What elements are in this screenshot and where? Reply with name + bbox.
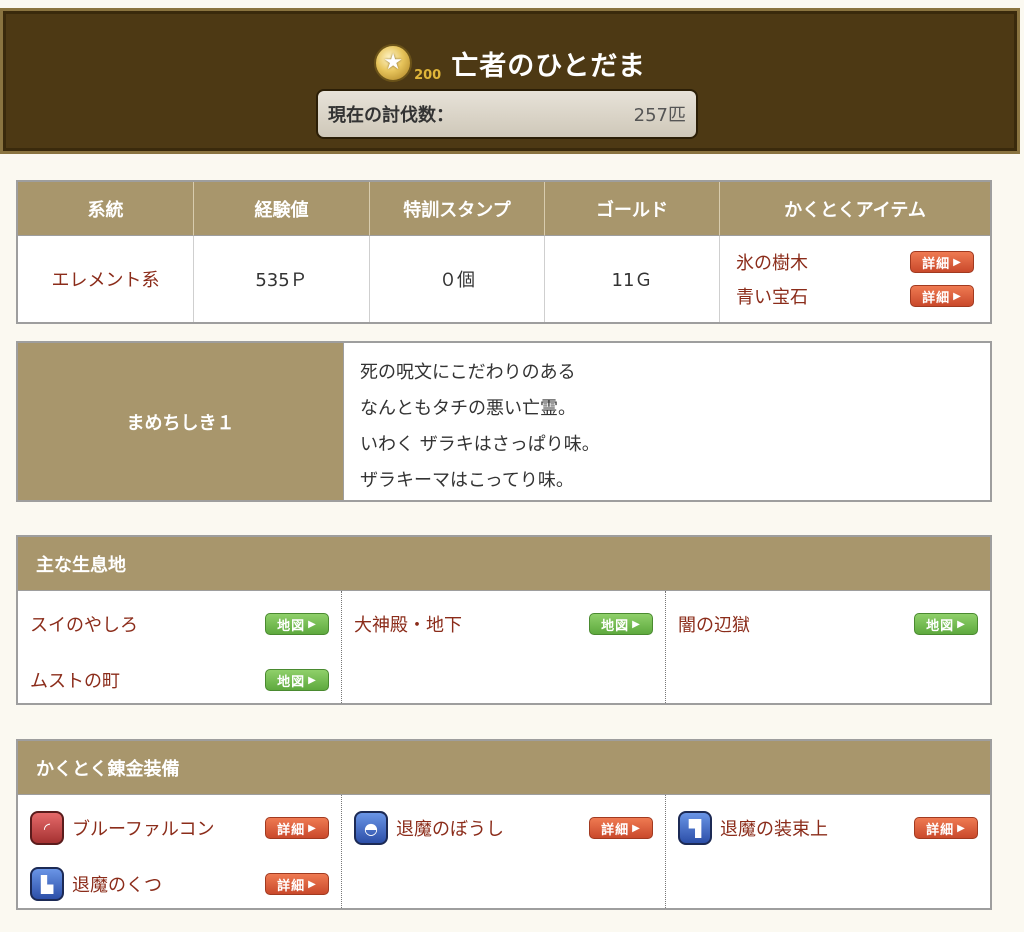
arrow-right-icon: ▶ <box>308 618 317 630</box>
equipment-entry: ◜ ブルーファルコン 詳細 ▶ <box>30 803 329 853</box>
habitat-place[interactable]: スイのやしろ <box>30 611 138 637</box>
habitat-place[interactable]: 大神殿・地下 <box>354 611 462 637</box>
map-button[interactable]: 地図 ▶ <box>589 613 653 635</box>
arrow-right-icon: ▶ <box>953 290 962 302</box>
kill-count-label: 現在の討伐数： <box>328 105 454 126</box>
exp-value: 535Ｐ <box>194 236 370 322</box>
trivia-table: まめちしき１ 死の呪文にこだわりのある なんともタチの悪い亡霊。 いわく ザラキ… <box>16 341 992 502</box>
stats-header-row: 系統 経験値 特訓スタンプ ゴールド かくとくアイテム <box>18 182 990 236</box>
habitat-entry: 闇の辺獄 地図 ▶ <box>678 599 978 649</box>
trivia-line: 死の呪文にこだわりのある <box>360 362 576 383</box>
monster-name: 亡者のひとだま <box>451 50 646 82</box>
habitat-title: 主な生息地 <box>18 537 990 591</box>
detail-button[interactable]: 詳細 ▶ <box>910 251 974 273</box>
arrow-right-icon: ▶ <box>632 618 641 630</box>
habitat-entry: 大神殿・地下 地図 ▶ <box>354 599 653 649</box>
equipment-grid: ◜ ブルーファルコン 詳細 ▶ ▙ 退魔のくつ 詳細 ▶ ◓ 退魔のぼうし 詳細 ▶ <box>18 795 990 908</box>
title-row: ★ 200 亡者のひとだま <box>3 41 1017 85</box>
trivia-line: ザラキーマはこってり味。 <box>360 470 574 491</box>
habitat-place[interactable]: ムストの町 <box>30 667 120 693</box>
habitat-column: 闇の辺獄 地図 ▶ <box>666 591 990 703</box>
drop-item-name[interactable]: 青い宝石 <box>736 283 808 309</box>
detail-button[interactable]: 詳細 ▶ <box>910 285 974 307</box>
habitat-place[interactable]: 闇の辺獄 <box>678 611 750 637</box>
drop-items: 氷の樹木 詳細 ▶ 青い宝石 詳細 ▶ <box>720 236 990 322</box>
map-button[interactable]: 地図 ▶ <box>265 669 329 691</box>
equipment-entry: ◓ 退魔のぼうし 詳細 ▶ <box>354 803 653 853</box>
gold-value: 11Ｇ <box>545 236 720 322</box>
equipment-table: かくとく錬金装備 ◜ ブルーファルコン 詳細 ▶ ▙ 退魔のくつ 詳細 ▶ ◓ … <box>16 739 992 910</box>
trivia-line: いわく ザラキはさっぱり味。 <box>360 434 600 455</box>
detail-button[interactable]: 詳細 ▶ <box>914 817 978 839</box>
equipment-name[interactable]: 退魔の装束上 <box>720 815 828 841</box>
stamp-value: ０個 <box>370 236 545 322</box>
armor-icon: ▜ <box>678 811 712 845</box>
trivia-text: 死の呪文にこだわりのある なんともタチの悪い亡霊。 いわく ザラキはさっぱり味。… <box>344 343 616 500</box>
map-button[interactable]: 地図 ▶ <box>265 613 329 635</box>
stats-table: 系統 経験値 特訓スタンプ ゴールド かくとくアイテム エレメント系 535Ｐ … <box>16 180 992 324</box>
header-type: 系統 <box>18 182 194 236</box>
arrow-right-icon: ▶ <box>308 878 317 890</box>
stats-data-row: エレメント系 535Ｐ ０個 11Ｇ 氷の樹木 詳細 ▶ 青い宝石 詳細 ▶ <box>18 236 990 322</box>
header-gold: ゴールド <box>545 182 720 236</box>
helmet-icon: ◓ <box>354 811 388 845</box>
header-exp: 経験値 <box>194 182 370 236</box>
arrow-right-icon: ▶ <box>957 822 966 834</box>
boots-icon: ▙ <box>30 867 64 901</box>
monster-type: エレメント系 <box>18 236 194 322</box>
equipment-entry: ▙ 退魔のくつ 詳細 ▶ <box>30 859 329 909</box>
header-items: かくとくアイテム <box>720 182 990 236</box>
equipment-name[interactable]: 退魔のくつ <box>72 871 162 897</box>
equipment-title: かくとく錬金装備 <box>18 741 990 795</box>
medal-number: 200 <box>414 68 442 83</box>
drop-item-name[interactable]: 氷の樹木 <box>736 249 808 275</box>
arrow-right-icon: ▶ <box>308 674 317 686</box>
equipment-column: ▜ 退魔の装束上 詳細 ▶ <box>666 795 990 908</box>
detail-button[interactable]: 詳細 ▶ <box>265 873 329 895</box>
habitat-entry: ムストの町 地図 ▶ <box>30 655 329 705</box>
monster-header: ★ 200 亡者のひとだま 現在の討伐数： 257匹 <box>0 8 1020 154</box>
drop-item: 氷の樹木 詳細 ▶ <box>736 245 974 279</box>
header-stamp: 特訓スタンプ <box>370 182 545 236</box>
boomerang-icon: ◜ <box>30 811 64 845</box>
equipment-column: ◓ 退魔のぼうし 詳細 ▶ <box>342 795 666 908</box>
star-medal-icon: ★ <box>374 44 413 82</box>
habitat-entry: スイのやしろ 地図 ▶ <box>30 599 329 649</box>
equipment-name[interactable]: 退魔のぼうし <box>396 815 504 841</box>
detail-button[interactable]: 詳細 ▶ <box>589 817 653 839</box>
arrow-right-icon: ▶ <box>953 256 962 268</box>
equipment-name[interactable]: ブルーファルコン <box>72 815 215 841</box>
trivia-line: なんともタチの悪い亡霊。 <box>360 398 576 419</box>
trivia-label: まめちしき１ <box>18 343 344 500</box>
kill-count-value: 257匹 <box>633 105 686 126</box>
habitat-grid: スイのやしろ 地図 ▶ ムストの町 地図 ▶ 大神殿・地下 地図 ▶ 闇の辺獄 地図 ▶ <box>18 591 990 703</box>
arrow-right-icon: ▶ <box>957 618 966 630</box>
habitat-column: 大神殿・地下 地図 ▶ <box>342 591 666 703</box>
detail-button[interactable]: 詳細 ▶ <box>265 817 329 839</box>
habitat-column: スイのやしろ 地図 ▶ ムストの町 地図 ▶ <box>18 591 342 703</box>
arrow-right-icon: ▶ <box>308 822 317 834</box>
equipment-entry: ▜ 退魔の装束上 詳細 ▶ <box>678 803 978 853</box>
map-button[interactable]: 地図 ▶ <box>914 613 978 635</box>
kill-count-box: 現在の討伐数： 257匹 <box>316 89 698 139</box>
habitat-table: 主な生息地 スイのやしろ 地図 ▶ ムストの町 地図 ▶ 大神殿・地下 地図 ▶ 闇の… <box>16 535 992 705</box>
arrow-right-icon: ▶ <box>632 822 641 834</box>
equipment-column: ◜ ブルーファルコン 詳細 ▶ ▙ 退魔のくつ 詳細 ▶ <box>18 795 342 908</box>
drop-item: 青い宝石 詳細 ▶ <box>736 279 974 313</box>
